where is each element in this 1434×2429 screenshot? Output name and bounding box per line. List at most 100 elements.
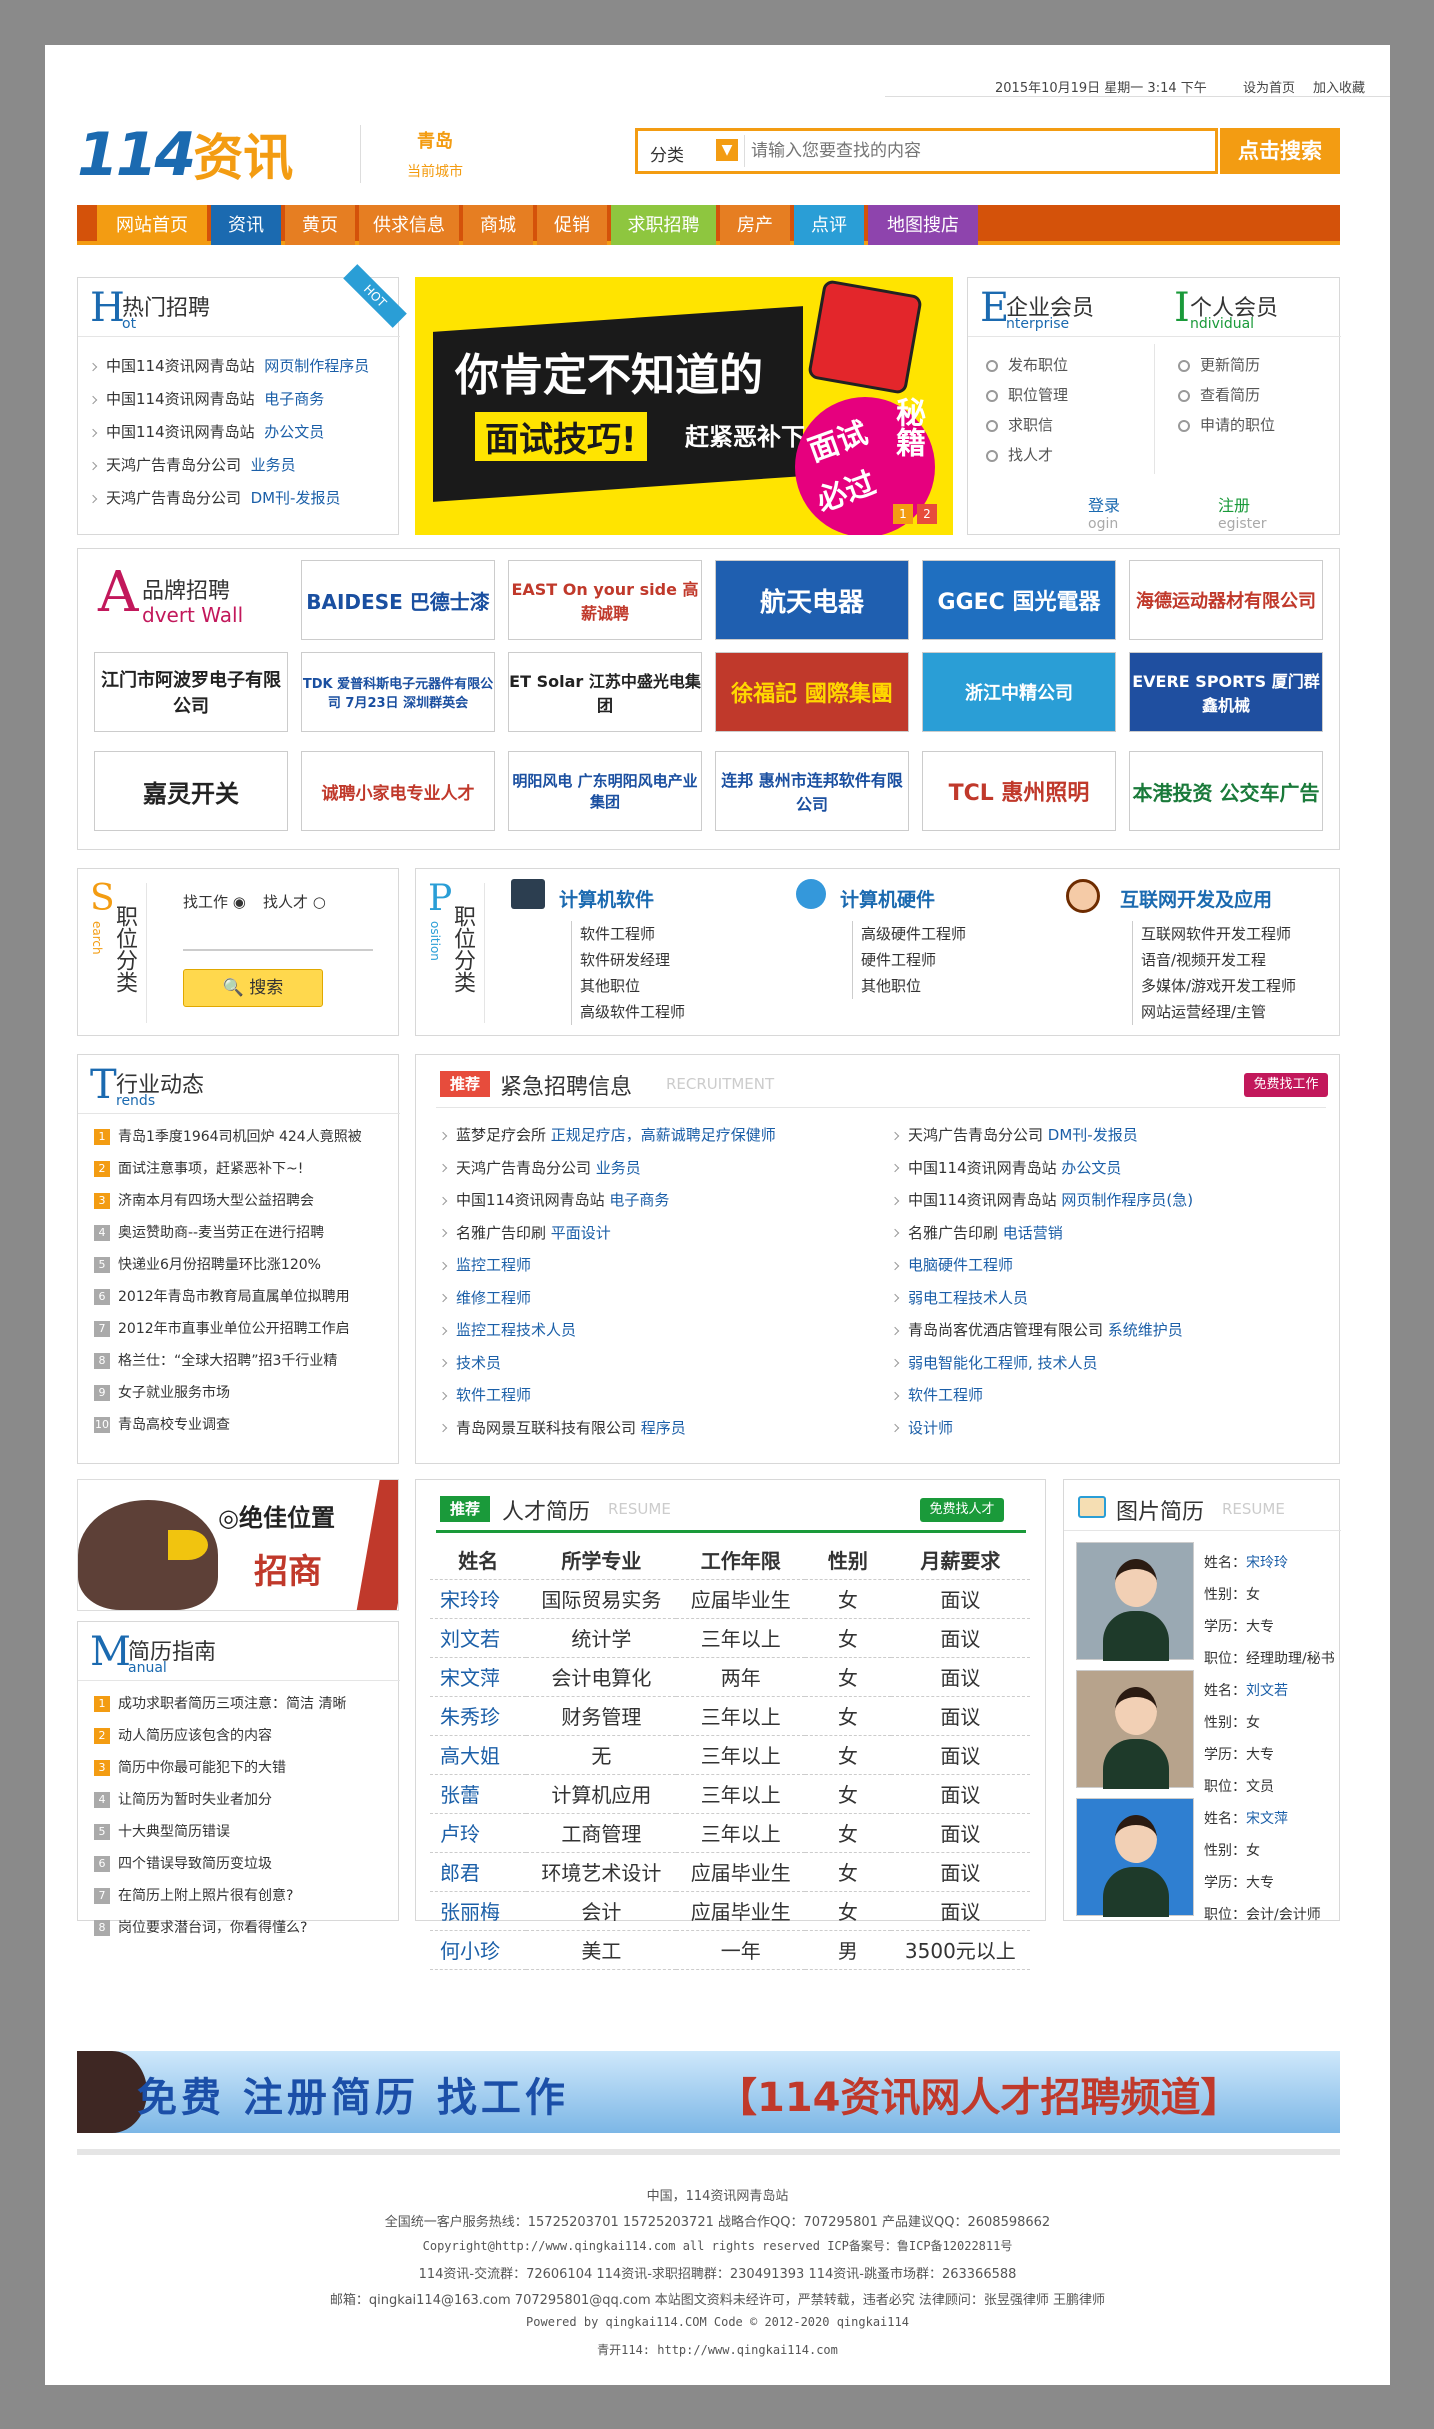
table-row[interactable]: 高大姐无三年以上女面议 <box>430 1735 1030 1775</box>
list-item[interactable]: 8 格兰仕：“全球大招聘”招3千行业精 <box>94 1345 394 1377</box>
brand-tile[interactable]: 嘉灵开关 <box>94 751 288 831</box>
list-item[interactable]: 监控工程技术人员 <box>440 1314 880 1347</box>
list-item[interactable]: 天鸿广告青岛分公司 业务员 <box>90 449 390 482</box>
brand-tile[interactable]: TDK 爱普科斯电子元器件有限公司 7月23日 深圳群英会 <box>301 652 495 732</box>
search-button[interactable]: 点击搜索 <box>1220 128 1340 174</box>
search-category[interactable]: 分类 <box>650 141 684 166</box>
search-input[interactable] <box>744 135 1209 167</box>
list-item[interactable]: 1 青岛1季度1964司机回炉 424人竟照被 <box>94 1121 394 1153</box>
city-selector[interactable]: 青岛 当前城市 <box>390 123 480 183</box>
list-item[interactable]: 维修工程师 <box>440 1282 880 1315</box>
list-item[interactable]: 4 让简历为暂时失业者加分 <box>94 1784 394 1816</box>
brand-tile[interactable]: 诚聘小家电专业人才 <box>301 751 495 831</box>
list-item[interactable]: 中国114资讯网青岛站 电子商务 <box>440 1184 880 1217</box>
list-item[interactable]: 软件工程师 <box>440 1379 880 1412</box>
banner-page-1[interactable]: 1 <box>893 504 913 524</box>
brand-tile[interactable]: GGEC 国光電器 <box>922 560 1116 640</box>
list-item[interactable]: 技术员 <box>440 1347 880 1380</box>
nav-home[interactable]: 网站首页 <box>97 205 207 245</box>
table-row[interactable]: 张蕾 计算机应用 三年以上女面议 <box>430 1774 1030 1814</box>
list-item[interactable]: 其他职位 <box>852 973 966 999</box>
list-item[interactable]: 8 岗位要求潜台词，你看得懂么? <box>94 1912 394 1944</box>
find-talent-option[interactable]: 找人才 ○ <box>263 891 326 912</box>
list-item[interactable]: 天鸿广告青岛分公司 DM刊-发报员 <box>892 1119 1332 1152</box>
list-item[interactable]: 高级软件工程师 <box>571 999 685 1025</box>
list-item[interactable]: 更新简历 <box>1178 350 1338 380</box>
list-item[interactable]: 发布职位 <box>986 350 1146 380</box>
brand-tile[interactable]: 海德运动器材有限公司 <box>1129 560 1323 640</box>
brand-tile[interactable]: 本港投资 公交车广告 <box>1129 751 1323 831</box>
brand-tile[interactable]: 连邦 惠州市连邦软件有限公司 <box>715 751 909 831</box>
list-item[interactable]: 中国114资讯网青岛站 网页制作程序员(急) <box>892 1184 1332 1217</box>
list-item[interactable]: 10 青岛高校专业调查 <box>94 1409 394 1441</box>
list-item[interactable]: 弱电工程技术人员 <box>892 1282 1332 1315</box>
avatar[interactable] <box>1076 1670 1194 1789</box>
list-item[interactable]: 互联网软件开发工程师 <box>1132 921 1296 947</box>
brand-tile[interactable]: EAST On your side 高薪诚聘 <box>508 560 702 640</box>
search-cat-input[interactable] <box>183 925 373 951</box>
table-row[interactable]: 宋玲玲 国际贸易实务 应届毕业生女面议 <box>430 1579 1030 1619</box>
list-item[interactable]: 天鸿广告青岛分公司 DM刊-发报员 <box>90 482 390 515</box>
table-row[interactable]: 卢玲 工商管理 三年以上女面议 <box>430 1813 1030 1853</box>
nav-promo[interactable]: 促销 <box>537 205 607 245</box>
bottom-banner[interactable]: 免费 注册简历 找工作 【114资讯网人才招聘频道】 <box>77 2051 1340 2133</box>
list-item[interactable]: 中国114资讯网青岛站 网页制作程序员 <box>90 350 390 383</box>
brand-tile[interactable]: ET Solar 江苏中盛光电集团 <box>508 652 702 732</box>
nav-yellow-pages[interactable]: 黄页 <box>285 205 355 245</box>
list-item[interactable]: 中国114资讯网青岛站 电子商务 <box>90 383 390 416</box>
chevron-down-icon[interactable]: ▼ <box>716 139 738 161</box>
brand-tile[interactable]: EVERE SPORTS 厦门群鑫机械 <box>1129 652 1323 732</box>
table-row[interactable]: 张丽梅 会计 应届毕业生女面议 <box>430 1891 1030 1931</box>
add-favorite-link[interactable]: 加入收藏 <box>1313 77 1365 96</box>
list-item[interactable]: 申请的职位 <box>1178 410 1338 440</box>
brand-tile[interactable]: 浙江中精公司 <box>922 652 1116 732</box>
list-item[interactable]: 4 奥运赞助商--麦当劳正在进行招聘 <box>94 1217 394 1249</box>
list-item[interactable]: 5 快递业6月份招聘量环比涨120% <box>94 1249 394 1281</box>
list-item[interactable]: 9 女子就业服务市场 <box>94 1377 394 1409</box>
register-button[interactable]: 注册 egister <box>1218 492 1267 532</box>
banner-page-2[interactable]: 2 <box>917 504 937 524</box>
list-item[interactable]: 软件工程师 <box>571 921 685 947</box>
nav-supply[interactable]: 供求信息 <box>359 205 459 245</box>
table-row[interactable]: 刘文若 统计学 三年以上女面议 <box>430 1618 1030 1658</box>
list-item[interactable]: 7 在简历上附上照片很有创意? <box>94 1880 394 1912</box>
list-item[interactable]: 青岛尚客优酒店管理有限公司 系统维护员 <box>892 1314 1332 1347</box>
nav-news[interactable]: 资讯 <box>211 205 281 245</box>
list-item[interactable]: 找人才 <box>986 440 1146 470</box>
list-item[interactable]: 2 动人简历应该包含的内容 <box>94 1720 394 1752</box>
list-item[interactable]: 中国114资讯网青岛站 办公文员 <box>892 1152 1332 1185</box>
login-button[interactable]: 登录 ogin <box>1088 492 1120 532</box>
list-item[interactable]: 名雅广告印刷 电话营销 <box>892 1217 1332 1250</box>
list-item[interactable]: 7 2012年市直事业单位公开招聘工作启 <box>94 1313 394 1345</box>
table-row[interactable]: 朱秀珍 财务管理 三年以上女面议 <box>430 1696 1030 1736</box>
table-row[interactable]: 郎君 环境艺术设计 应届毕业生女面议 <box>430 1852 1030 1892</box>
list-item[interactable]: 设计师 <box>892 1412 1332 1445</box>
nav-jobs[interactable]: 求职招聘 <box>611 205 716 245</box>
list-item[interactable]: 求职信 <box>986 410 1146 440</box>
nav-mall[interactable]: 商城 <box>463 205 533 245</box>
ad-eagle[interactable]: ◎绝佳位置 招商 <box>77 1479 399 1611</box>
free-find-talent-button[interactable]: 免费找人才 <box>920 1498 1004 1522</box>
list-item[interactable]: 其他职位 <box>571 973 685 999</box>
list-item[interactable]: 中国114资讯网青岛站 办公文员 <box>90 416 390 449</box>
list-item[interactable]: 查看简历 <box>1178 380 1338 410</box>
list-item[interactable]: 电脑硬件工程师 <box>892 1249 1332 1282</box>
brand-tile[interactable]: TCL 惠州照明 <box>922 751 1116 831</box>
list-item[interactable]: 监控工程师 <box>440 1249 880 1282</box>
table-row[interactable]: 何小珍 美工 一年男 3500元以上 <box>430 1930 1030 1970</box>
nav-estate[interactable]: 房产 <box>720 205 790 245</box>
brand-tile[interactable]: 航天电器 <box>715 560 909 640</box>
list-item[interactable]: 硬件工程师 <box>852 947 966 973</box>
list-item[interactable]: 青岛网景互联科技有限公司 程序员 <box>440 1412 880 1445</box>
brand-tile[interactable]: 明阳风电 广东明阳风电产业集团 <box>508 751 702 831</box>
list-item[interactable]: 软件工程师 <box>892 1379 1332 1412</box>
set-home-link[interactable]: 设为首页 <box>1243 77 1295 96</box>
list-item[interactable]: 软件研发经理 <box>571 947 685 973</box>
list-item[interactable]: 6 四个错误导致简历变垃圾 <box>94 1848 394 1880</box>
main-banner[interactable]: 你肯定不知道的 面试技巧! 赶紧恶补下GO! 面试 秘籍 必过 1 2 <box>415 277 953 535</box>
logo[interactable]: 114资讯 <box>77 125 337 187</box>
list-item[interactable]: 3 济南本月有四场大型公益招聘会 <box>94 1185 394 1217</box>
list-item[interactable]: 天鸿广告青岛分公司 业务员 <box>440 1152 880 1185</box>
list-item[interactable]: 1 成功求职者简历三项注意：简洁 清晰 <box>94 1688 394 1720</box>
list-item[interactable]: 名雅广告印刷 平面设计 <box>440 1217 880 1250</box>
